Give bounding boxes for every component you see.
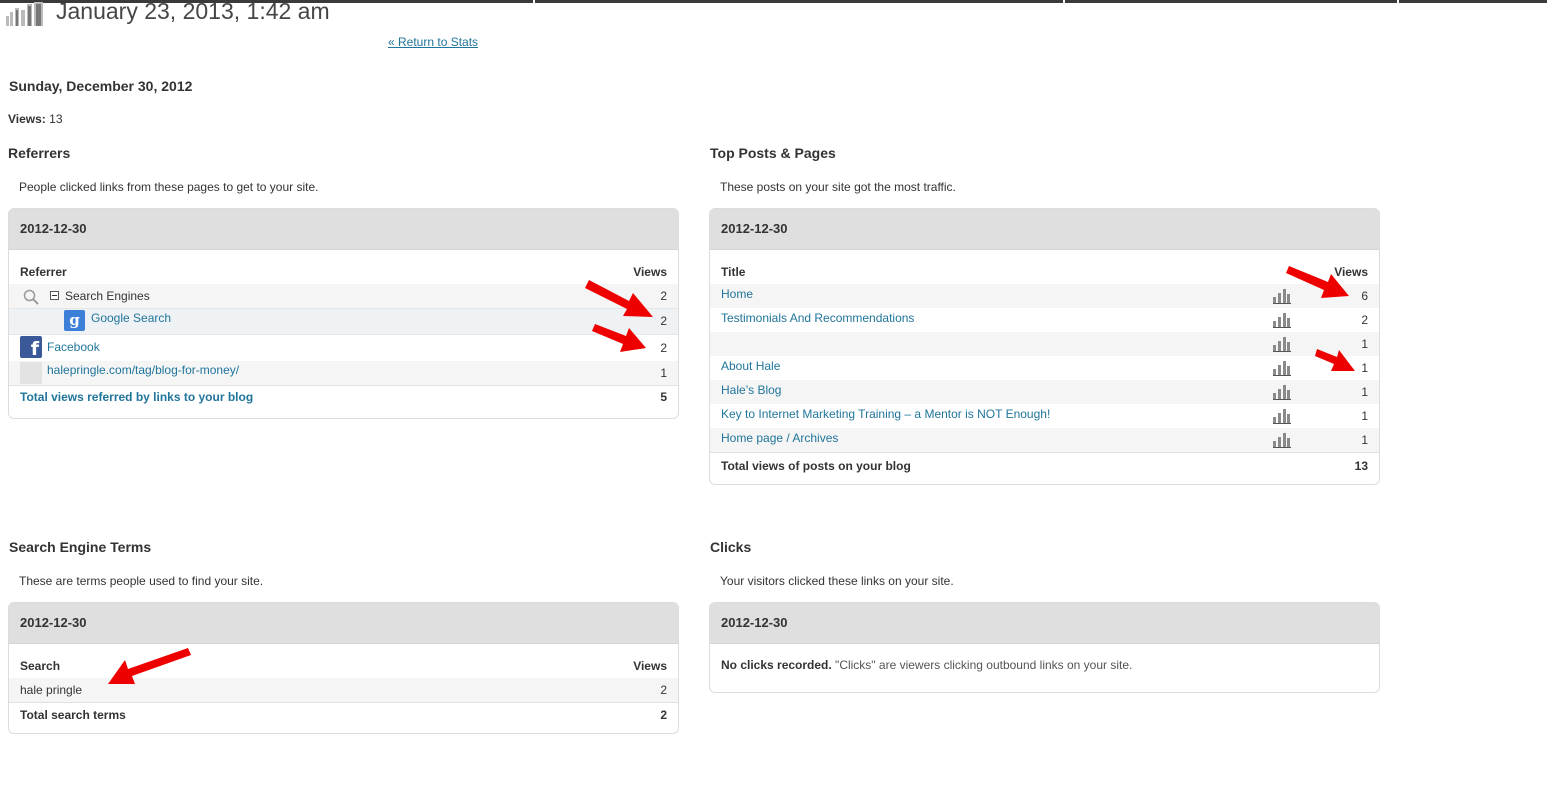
table-row: Home page / Archives 1 — [710, 428, 1379, 452]
post-link[interactable]: Home page / Archives — [721, 426, 838, 450]
post-views: 6 — [1361, 289, 1368, 303]
post-stats-icon[interactable] — [1273, 408, 1291, 424]
referrers-total-value: 5 — [660, 390, 667, 404]
top-posts-total-value: 13 — [1354, 459, 1368, 473]
referrer-link[interactable]: Google Search — [91, 306, 171, 331]
collapse-toggle-icon[interactable] — [50, 291, 59, 300]
col-views: Views — [633, 659, 667, 673]
table-row: Search Engines 2 — [9, 284, 678, 308]
return-to-stats-link[interactable]: « Return to Stats — [388, 35, 478, 49]
col-search: Search — [20, 659, 61, 673]
post-views: 1 — [1361, 361, 1368, 375]
post-views: 1 — [1361, 433, 1368, 447]
post-link[interactable]: Home — [721, 282, 753, 306]
top-posts-panel-date: 2012-12-30 — [710, 209, 1379, 250]
col-referrer: Referrer — [20, 265, 67, 279]
search-term-views: 2 — [660, 683, 667, 697]
clicks-panel: 2012-12-30 No clicks recorded. "Clicks" … — [709, 602, 1380, 693]
annotation-arrow-icon — [585, 280, 653, 317]
post-views: 2 — [1361, 313, 1368, 327]
search-terms-title: Search Engine Terms — [9, 539, 152, 555]
annotation-arrow-icon — [108, 648, 191, 684]
referrers-title: Referrers — [8, 145, 71, 161]
clicks-panel-date: 2012-12-30 — [710, 603, 1379, 644]
blank-favicon-icon — [20, 362, 42, 384]
top-border-gap — [533, 0, 535, 3]
date-heading: Sunday, December 30, 2012 — [9, 78, 193, 94]
top-posts-description: These posts on your site got the most tr… — [720, 180, 956, 194]
clicks-title: Clicks — [710, 539, 752, 555]
post-views: 1 — [1361, 337, 1368, 351]
post-link[interactable]: Key to Internet Marketing Training – a M… — [721, 402, 1050, 426]
annotation-arrow-icon — [592, 324, 646, 352]
page-title: January 23, 2013, 1:42 am — [56, 0, 330, 24]
table-row: Hale’s Blog 1 — [710, 380, 1379, 404]
top-posts-total-label: Total views of posts on your blog — [721, 459, 911, 473]
clicks-description: Your visitors clicked these links on you… — [720, 574, 954, 588]
annotation-arrow-icon — [1286, 266, 1349, 298]
post-stats-icon[interactable] — [1273, 384, 1291, 400]
referrers-total-link[interactable]: Total views referred by links to your bl… — [20, 386, 253, 408]
table-row: About Hale 1 — [710, 356, 1379, 380]
table-row: g Google Search 2 — [9, 308, 678, 335]
referrers-table-header: Referrer Views — [9, 260, 678, 284]
table-row: Testimonials And Recommendations 2 — [710, 308, 1379, 332]
annotation-arrow-icon — [1315, 349, 1355, 371]
top-posts-total-row: Total views of posts on your blog 13 — [710, 452, 1379, 479]
top-border-gap — [1063, 0, 1065, 3]
referrers-panel: 2012-12-30 Referrer Views Search Engines… — [8, 208, 679, 419]
search-terms-total-row: Total search terms 2 — [9, 702, 678, 729]
referrers-panel-date: 2012-12-30 — [9, 209, 678, 250]
referrers-description: People clicked links from these pages to… — [19, 180, 319, 194]
post-stats-icon[interactable] — [1273, 432, 1291, 448]
google-icon: g — [64, 310, 85, 331]
col-title: Title — [721, 265, 746, 279]
views-value: 13 — [49, 112, 63, 126]
search-terms-total-value: 2 — [660, 708, 667, 722]
referrers-total-row: Total views referred by links to your bl… — [9, 385, 678, 412]
top-posts-panel: 2012-12-30 Title Views Home 6 Testimonia… — [709, 208, 1380, 485]
post-stats-icon[interactable] — [1273, 336, 1291, 352]
top-posts-title: Top Posts & Pages — [710, 145, 836, 161]
no-clicks-message: No clicks recorded. "Clicks" are viewers… — [710, 644, 1379, 672]
referrer-views: 1 — [660, 366, 667, 380]
referrer-views: 2 — [660, 289, 667, 303]
post-link[interactable]: Testimonials And Recommendations — [721, 306, 914, 330]
post-stats-icon[interactable] — [1273, 312, 1291, 328]
post-link[interactable]: Hale’s Blog — [721, 378, 781, 402]
post-stats-icon[interactable] — [1273, 360, 1291, 376]
referrer-link[interactable]: Facebook — [47, 334, 100, 360]
stats-chart-icon — [6, 2, 43, 26]
search-term: hale pringle — [20, 683, 83, 697]
referrer-views: 2 — [660, 314, 667, 328]
referrer-views: 2 — [660, 341, 667, 355]
table-row: halepringle.com/tag/blog-for-money/ 1 — [9, 361, 678, 385]
referrer-link[interactable]: halepringle.com/tag/blog-for-money/ — [47, 358, 239, 382]
table-row: 1 — [710, 332, 1379, 356]
post-views: 1 — [1361, 409, 1368, 423]
facebook-icon: f — [20, 336, 42, 358]
search-terms-panel-date: 2012-12-30 — [9, 603, 678, 644]
views-summary: Views: 13 — [8, 112, 63, 126]
no-clicks-bold: No clicks recorded. — [721, 658, 832, 672]
top-posts-table-header: Title Views — [710, 260, 1379, 284]
magnifier-icon — [23, 289, 39, 305]
table-row: Key to Internet Marketing Training – a M… — [710, 404, 1379, 428]
top-border-gap — [1397, 0, 1399, 3]
post-link[interactable]: About Hale — [721, 354, 780, 378]
table-row: Home 6 — [710, 284, 1379, 308]
referrer-label: Search Engines — [65, 289, 150, 303]
views-label: Views: — [8, 112, 46, 126]
search-terms-total-label: Total search terms — [20, 708, 126, 722]
post-views: 1 — [1361, 385, 1368, 399]
search-terms-description: These are terms people used to find your… — [19, 574, 264, 588]
no-clicks-text: "Clicks" are viewers clicking outbound l… — [831, 658, 1133, 672]
